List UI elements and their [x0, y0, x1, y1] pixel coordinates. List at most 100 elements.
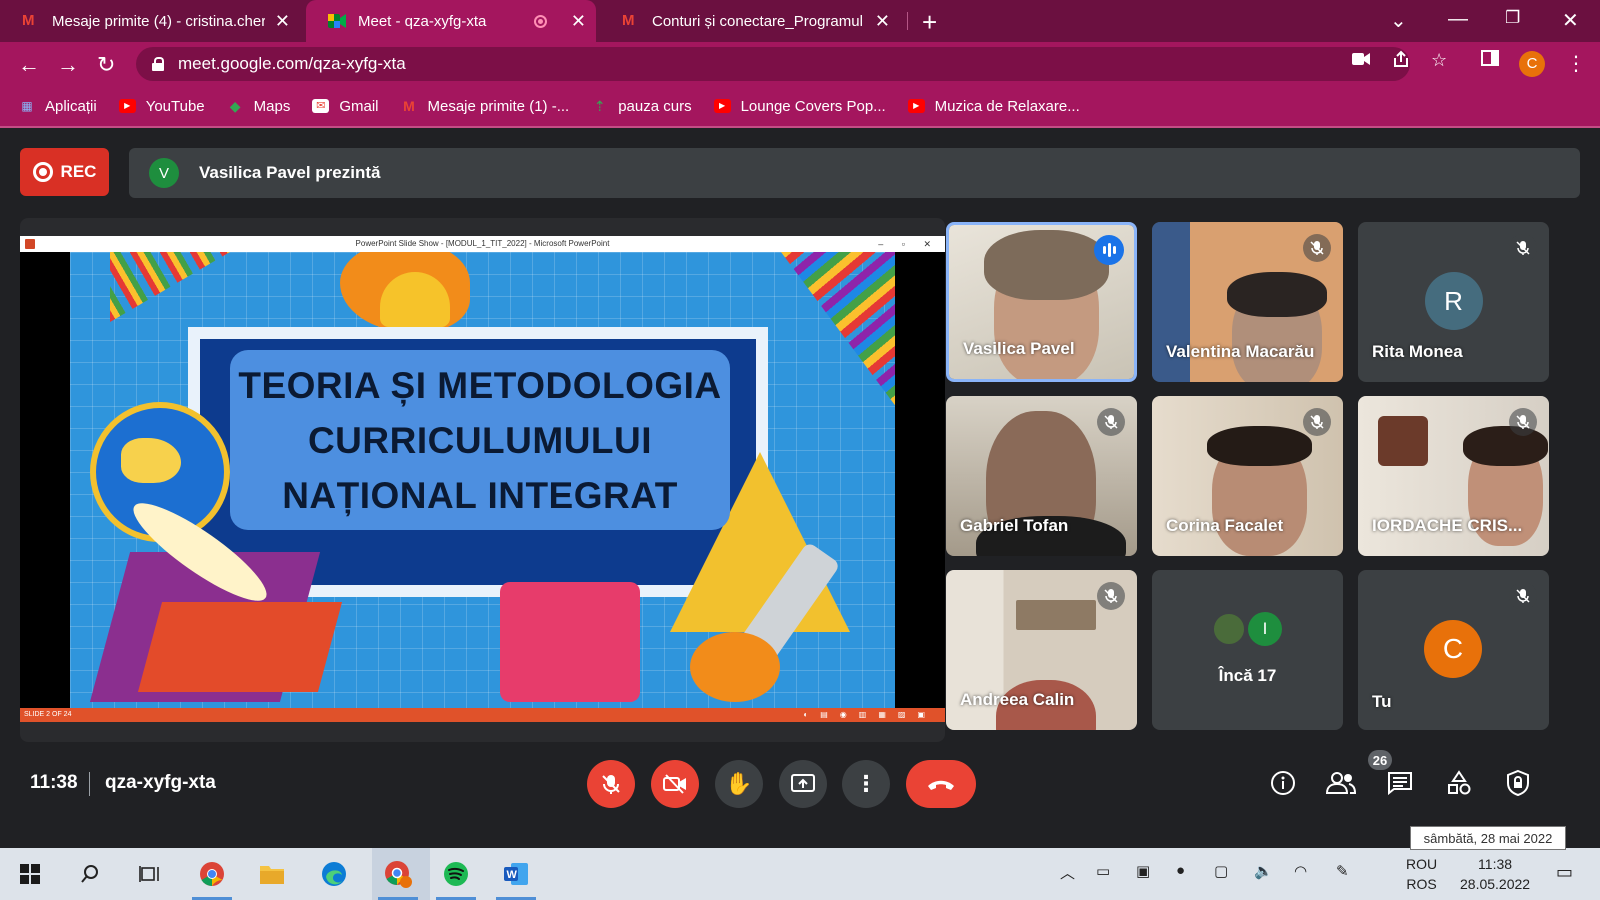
meet-now-icon[interactable]: ▣ [1136, 862, 1150, 880]
camera-icon[interactable] [1352, 50, 1370, 71]
reload-icon[interactable]: ↻ [97, 52, 115, 78]
slide-title-line: CURRICULUMULUI [307, 419, 653, 461]
mic-off-icon [1303, 234, 1331, 262]
chat-button[interactable] [1385, 768, 1415, 798]
microphone-toggle-button[interactable] [587, 760, 635, 808]
bookmark-label: Maps [253, 97, 291, 115]
host-controls-button[interactable] [1503, 768, 1533, 798]
word-icon[interactable]: W [496, 860, 536, 900]
mic-off-icon [1303, 408, 1331, 436]
hang-up-icon [928, 780, 954, 790]
participant-tile[interactable]: Andreea Calin [946, 570, 1137, 730]
tab-title: Mesaje primite (4) - cristina.cherc [52, 12, 265, 30]
side-panel-icon[interactable] [1481, 50, 1499, 71]
wifi-icon[interactable]: ◠ [1294, 862, 1307, 880]
tab-search-chevron-icon[interactable]: ⌄ [1390, 8, 1407, 33]
self-tile[interactable]: C Tu [1358, 570, 1549, 730]
share-icon[interactable] [1392, 50, 1410, 73]
participant-tile[interactable]: Corina Facalet [1152, 396, 1343, 556]
present-now-button[interactable] [779, 760, 827, 808]
windows-start-icon[interactable] [16, 860, 44, 888]
people-button[interactable] [1326, 768, 1356, 798]
participant-tile[interactable]: R Rita Monea [1358, 222, 1549, 382]
chrome-profile-icon[interactable] [378, 860, 418, 900]
microphone-tray-icon[interactable]: ● [1176, 862, 1185, 879]
shield-lock-icon [1507, 769, 1529, 797]
edge-icon[interactable] [320, 860, 348, 888]
minimize-icon[interactable]: — [1448, 8, 1468, 31]
date-tooltip: sâmbătă, 28 mai 2022 [1410, 826, 1566, 850]
browser-menu-icon[interactable]: ⋮ [1566, 51, 1586, 76]
profile-avatar[interactable]: C [1519, 51, 1545, 77]
pauza-icon: ⇡ [593, 98, 606, 114]
keyboard-layout: ROS [1406, 876, 1437, 892]
info-icon [1271, 771, 1295, 795]
bookmarks-bar: ▦ Aplicații ▶ YouTube ◆ Maps ✉ Gmail M Mesaje… [0, 86, 1600, 128]
bookmark-youtube[interactable]: ▶ YouTube [118, 98, 205, 115]
people-icon [1326, 772, 1356, 794]
more-participants-tile[interactable]: I Încă 17 [1152, 570, 1343, 730]
meeting-details-button[interactable] [1268, 768, 1298, 798]
powerpoint-status-bar: SLIDE 2 OF 24 ◐▤◉▥▦▨▣ [20, 708, 945, 722]
spotify-icon[interactable] [436, 860, 476, 900]
close-tab-icon[interactable]: ✕ [875, 11, 890, 32]
camera-toggle-button[interactable] [651, 760, 699, 808]
bookmark-pauza-curs[interactable]: ⇡ pauza curs [591, 97, 692, 115]
battery-icon[interactable]: ▭ [1096, 862, 1110, 880]
bookmark-maps[interactable]: ◆ Maps [227, 98, 291, 115]
back-icon[interactable]: ← [18, 52, 40, 78]
close-window-icon[interactable]: ✕ [1562, 8, 1579, 33]
slide-title-panel: TEORIA ȘI METODOLOGIA CURRICULUMULUI NAȚ… [230, 350, 730, 530]
search-icon[interactable] [76, 860, 104, 888]
bookmark-lounge-covers[interactable]: ▶ Lounge Covers Pop... [713, 98, 886, 115]
participant-name: Rita Monea [1372, 342, 1463, 361]
tab-meet[interactable]: Meet - qza-xyfg-xta ✕ [306, 0, 596, 42]
youtube-icon: ▶ [907, 99, 925, 113]
activities-button[interactable] [1444, 768, 1474, 798]
new-tab-icon[interactable]: + [922, 7, 937, 38]
participant-hair [1227, 272, 1327, 317]
system-date: 28.05.2022 [1460, 876, 1531, 892]
pen-icon[interactable]: ✎ [1336, 862, 1349, 880]
address-bar[interactable]: meet.google.com/qza-xyfg-xta [136, 47, 1410, 81]
chrome-icon[interactable] [192, 860, 232, 900]
task-view-icon[interactable] [136, 860, 164, 888]
participant-tile[interactable]: Vasilica Pavel [946, 222, 1137, 382]
participant-tile[interactable]: Gabriel Tofan [946, 396, 1137, 556]
leaf-illustration [690, 632, 780, 702]
tab-conturi[interactable]: M Conturi și conectare_Programul d ✕ [600, 0, 900, 42]
tab-gmail-inbox[interactable]: M Mesaje primite (4) - cristina.cherc ✕ [0, 0, 300, 42]
input-language[interactable]: ROU ROS [1406, 854, 1437, 894]
bookmark-aplicatii[interactable]: ▦ Aplicații [18, 98, 96, 115]
forward-icon[interactable]: → [57, 52, 79, 78]
file-explorer-icon[interactable] [258, 860, 286, 888]
show-hidden-icons-icon[interactable]: ︿ [1060, 862, 1075, 883]
recording-indicator-icon [533, 14, 547, 28]
leave-call-button[interactable] [906, 760, 976, 808]
meet-icon [328, 14, 346, 28]
bookmark-label: pauza curs [618, 97, 692, 115]
participant-name: Andreea Calin [960, 690, 1075, 709]
presentation-stage[interactable]: PowerPoint Slide Show - [MODUL_1_TIT_202… [20, 218, 945, 742]
more-options-button[interactable]: ⋮ [842, 760, 890, 808]
bookmark-muzica-relaxare[interactable]: ▶ Muzica de Relaxare... [907, 98, 1080, 115]
wall-decoration [1378, 416, 1428, 466]
close-tab-icon[interactable]: ✕ [275, 11, 290, 32]
bookmark-star-icon[interactable]: ☆ [1431, 50, 1447, 71]
system-clock[interactable]: 11:38 28.05.2022 [1460, 854, 1530, 894]
presenting-banner: V Vasilica Pavel prezintă [129, 148, 1580, 198]
slide: TEORIA ȘI METODOLOGIA CURRICULUMULUI NAȚ… [70, 252, 895, 708]
recording-badge[interactable]: REC [20, 148, 109, 196]
powerpoint-window-title: PowerPoint Slide Show - [MODUL_1_TIT_202… [355, 239, 610, 248]
restore-icon[interactable]: ❐ [1505, 8, 1520, 28]
notifications-icon[interactable]: ▭ [1556, 862, 1573, 883]
participant-tile[interactable]: Valentina Macarău [1152, 222, 1343, 382]
close-tab-icon[interactable]: ✕ [571, 11, 586, 32]
participant-tile[interactable]: IORDACHE CRIS... [1358, 396, 1549, 556]
participant-avatar: I [1248, 612, 1282, 646]
volume-icon[interactable]: 🔈 [1254, 862, 1273, 880]
raise-hand-button[interactable]: ✋ [715, 760, 763, 808]
bookmark-gmail[interactable]: ✉ Gmail [312, 98, 379, 115]
bookmark-mesaje-primite[interactable]: M Mesaje primite (1) -... [401, 98, 569, 115]
display-icon[interactable]: ▢ [1214, 862, 1228, 880]
